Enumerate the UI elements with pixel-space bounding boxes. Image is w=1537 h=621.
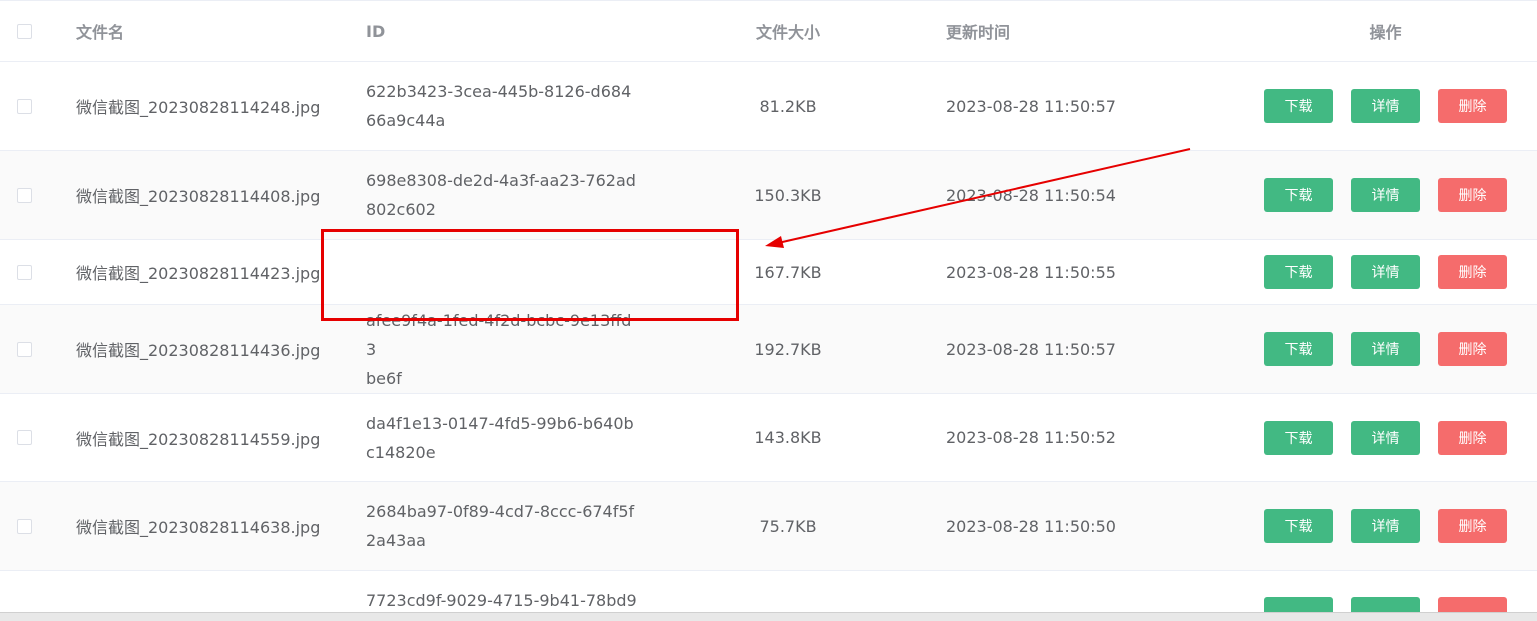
detail-button[interactable]: 详情 bbox=[1351, 255, 1420, 289]
row-checkbox[interactable] bbox=[17, 341, 32, 357]
file-id: afee9f4a-1fed-4f2d-bcbc-9e13ffd3 be6f bbox=[366, 310, 632, 388]
delete-button[interactable]: 删除 bbox=[1438, 332, 1507, 366]
header-file-name[interactable]: 文件名 bbox=[76, 1, 346, 61]
table-row: 微信截图_20230828114559.jpg da4f1e13-0147-4f… bbox=[0, 394, 1537, 482]
table-row: 微信截图_20230828114408.jpg 698e8308-de2d-4a… bbox=[0, 151, 1537, 240]
delete-button[interactable]: 删除 bbox=[1438, 420, 1507, 455]
file-size: 150.3KB bbox=[754, 185, 822, 205]
delete-button[interactable]: 删除 bbox=[1438, 255, 1507, 289]
detail-button[interactable] bbox=[1351, 597, 1420, 612]
header-id[interactable]: ID bbox=[366, 1, 641, 61]
file-id: 2684ba97-0f89-4cd7-8ccc-674f5f 2a43aa bbox=[366, 502, 635, 550]
row-checkbox[interactable] bbox=[17, 98, 32, 114]
file-name: 微信截图_20230828114423.jpg bbox=[76, 264, 321, 283]
row-actions: 下载 详情 删除 bbox=[1233, 394, 1537, 481]
update-time: 2023-08-28 11:50:57 bbox=[946, 339, 1116, 359]
header-update-time[interactable]: 更新时间 bbox=[946, 1, 1206, 61]
detail-button[interactable]: 详情 bbox=[1351, 89, 1420, 123]
table-row: 微信截图_20230828114248.jpg 622b3423-3cea-44… bbox=[0, 62, 1537, 151]
update-time: 2023-08-28 11:50:55 bbox=[946, 262, 1116, 282]
table-row: 微信截图_20230828114436.jpg afee9f4a-1fed-4f… bbox=[0, 305, 1537, 394]
file-size: 167.7KB bbox=[754, 262, 822, 282]
row-checkbox[interactable] bbox=[17, 518, 32, 534]
row-actions: 下载 详情 删除 bbox=[1233, 62, 1537, 150]
download-button[interactable]: 下载 bbox=[1264, 509, 1333, 543]
row-actions bbox=[1233, 571, 1537, 612]
download-button[interactable]: 下载 bbox=[1264, 89, 1333, 123]
update-time: 2023-08-28 11:50:57 bbox=[946, 96, 1116, 116]
row-actions: 下载 详情 删除 bbox=[1233, 151, 1537, 239]
update-time: 2023-08-28 11:50:54 bbox=[946, 185, 1116, 205]
file-id: 698e8308-de2d-4a3f-aa23-762ad 802c602 bbox=[366, 171, 636, 219]
download-button[interactable]: 下载 bbox=[1264, 420, 1333, 455]
file-size: 81.2KB bbox=[759, 96, 817, 116]
update-time: 2023-08-28 11:50:52 bbox=[946, 428, 1116, 447]
delete-button[interactable] bbox=[1438, 597, 1507, 612]
table-header: 文件名 ID 文件大小 更新时间 操作 bbox=[0, 0, 1537, 62]
header-file-size[interactable]: 文件大小 bbox=[698, 1, 878, 61]
header-operations: 操作 bbox=[1369, 23, 1402, 42]
download-button[interactable]: 下载 bbox=[1264, 178, 1333, 212]
select-all-checkbox[interactable] bbox=[17, 23, 32, 39]
file-id bbox=[366, 240, 641, 304]
file-id: 622b3423-3cea-445b-8126-d684 66a9c44a bbox=[366, 82, 632, 130]
header-checkbox-cell[interactable] bbox=[17, 1, 35, 61]
table-row: 微信截图_20230828114638.jpg 2684ba97-0f89-4c… bbox=[0, 482, 1537, 571]
delete-button[interactable]: 删除 bbox=[1438, 178, 1507, 212]
row-checkbox[interactable] bbox=[17, 430, 32, 445]
row-actions: 下载 详情 删除 bbox=[1233, 482, 1537, 570]
row-checkbox[interactable] bbox=[17, 187, 32, 203]
detail-button[interactable]: 详情 bbox=[1351, 178, 1420, 212]
file-name: 微信截图_20230828114559.jpg bbox=[76, 429, 321, 449]
horizontal-scrollbar[interactable] bbox=[0, 612, 1537, 621]
delete-button[interactable]: 删除 bbox=[1438, 89, 1507, 123]
file-name: 微信截图_20230828114408.jpg bbox=[76, 187, 321, 206]
update-time: 2023-08-28 11:50:50 bbox=[946, 516, 1116, 536]
download-button[interactable] bbox=[1264, 597, 1333, 612]
file-name: 微信截图_20230828114436.jpg bbox=[76, 341, 321, 360]
file-id: da4f1e13-0147-4fd5-99b6-b640b c14820e bbox=[366, 413, 634, 462]
delete-button[interactable]: 删除 bbox=[1438, 509, 1507, 543]
row-actions: 下载 详情 删除 bbox=[1233, 305, 1537, 393]
file-name: 微信截图_20230828114638.jpg bbox=[76, 518, 321, 537]
file-name: 微信截图_20230828114248.jpg bbox=[76, 98, 321, 117]
file-size: 75.7KB bbox=[759, 516, 817, 536]
file-size: 143.8KB bbox=[754, 428, 822, 447]
detail-button[interactable]: 详情 bbox=[1351, 509, 1420, 543]
table-row: 7723cd9f-9029-4715-9b41-78bd9 bbox=[0, 571, 1537, 612]
download-button[interactable]: 下载 bbox=[1264, 332, 1333, 366]
row-checkbox[interactable] bbox=[17, 264, 32, 280]
file-size: 192.7KB bbox=[754, 339, 822, 359]
row-actions: 下载 详情 删除 bbox=[1233, 240, 1537, 304]
detail-button[interactable]: 详情 bbox=[1351, 420, 1420, 455]
file-id: 7723cd9f-9029-4715-9b41-78bd9 bbox=[366, 591, 637, 610]
download-button[interactable]: 下载 bbox=[1264, 255, 1333, 289]
table-row: 微信截图_20230828114423.jpg 167.7KB 2023-08-… bbox=[0, 240, 1537, 305]
detail-button[interactable]: 详情 bbox=[1351, 332, 1420, 366]
